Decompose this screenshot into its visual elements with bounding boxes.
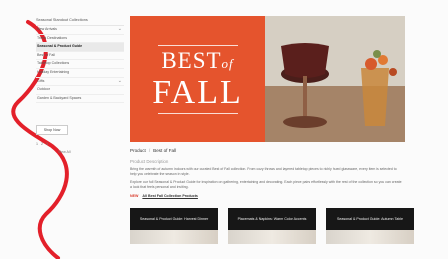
sidebar-item-label: Garden & Backyard Spaces bbox=[37, 95, 82, 100]
hero-title-best: BESTof bbox=[161, 47, 234, 76]
breadcrumb-separator: / bbox=[148, 148, 151, 153]
card-title: Seasonal & Product Guide: Harvest Dinner bbox=[130, 208, 218, 230]
hero-word-fall: FALL bbox=[152, 73, 243, 111]
description-paragraph: Explore our full Seasonal & Product Guid… bbox=[130, 180, 402, 189]
main-content: BESTof FALL Product / Best of Fall Produ… bbox=[130, 16, 418, 198]
chevron-down-icon: ⌄ bbox=[117, 77, 122, 84]
shop-now-button[interactable]: Shop Now bbox=[36, 125, 68, 136]
sidebar-item-label: Best of Fall bbox=[37, 52, 55, 57]
sidebar-item-label: Holiday Entertaining bbox=[37, 69, 70, 74]
sidebar-item-outdoor[interactable]: Outdoor bbox=[36, 86, 124, 95]
card-image bbox=[326, 230, 414, 244]
sidebar-item-label: Trend Destinations bbox=[37, 35, 68, 40]
sidebar-item-garden[interactable]: Garden & Backyard Spaces bbox=[36, 95, 124, 104]
sidebar-item-label: New Arrivals bbox=[37, 27, 57, 31]
sidebar-item-tabletop[interactable]: Tabletop Collections bbox=[36, 60, 124, 69]
collection-link[interactable]: All Best Fall Collection Products bbox=[142, 194, 198, 198]
pager: 1 2 3 bbox=[36, 142, 124, 146]
new-badge: NEW bbox=[130, 194, 139, 198]
sidebar-item-gifts[interactable]: Gifts ⌄ bbox=[36, 78, 124, 87]
divider bbox=[157, 44, 238, 46]
sidebar-item-new-arrivals[interactable]: New Arrivals ⌄ bbox=[36, 26, 124, 35]
page-link[interactable]: 3 bbox=[46, 142, 48, 146]
description-title: Product Description bbox=[130, 159, 169, 164]
product-card[interactable]: Placemats & Napkins: Warm Color Accents bbox=[228, 208, 316, 244]
breadcrumb-item[interactable]: Product bbox=[130, 148, 146, 153]
breadcrumb-item: Best of Fall bbox=[153, 148, 177, 153]
cocktail-photo-illustration bbox=[265, 16, 405, 142]
hero-word-of: of bbox=[221, 55, 234, 71]
view-all-link[interactable]: View All bbox=[58, 150, 124, 154]
collection-link-row: NEW All Best Fall Collection Products bbox=[130, 194, 418, 198]
card-image bbox=[228, 230, 316, 244]
sidebar-heading: Seasonal Standout Collections bbox=[36, 16, 124, 26]
hero-photo bbox=[265, 16, 405, 142]
product-card[interactable]: Seasonal & Product Guide: Autumn Table bbox=[326, 208, 414, 244]
chevron-down-icon: ⌄ bbox=[117, 26, 122, 32]
sidebar-item-label: Seasonal & Product Guide bbox=[37, 44, 83, 49]
page-link[interactable]: 2 bbox=[41, 142, 43, 146]
hero-banner: BESTof FALL bbox=[130, 16, 405, 142]
sidebar-item-best-of-fall[interactable]: Best of Fall bbox=[36, 52, 124, 61]
breadcrumb: Product / Best of Fall bbox=[130, 148, 418, 153]
product-cards: Seasonal & Product Guide: Harvest Dinner… bbox=[130, 208, 414, 244]
description-paragraph: Bring the warmth of autumn indoors with … bbox=[130, 167, 397, 176]
sidebar-item-label: Outdoor bbox=[37, 87, 50, 92]
sidebar-item-trend-destinations[interactable]: Trend Destinations bbox=[36, 35, 124, 44]
sidebar-item-label: Gifts bbox=[37, 78, 45, 83]
card-title: Placemats & Napkins: Warm Color Accents bbox=[228, 208, 316, 230]
hero-title-panel: BESTof FALL bbox=[130, 16, 265, 142]
sidebar-item-holiday[interactable]: Holiday Entertaining bbox=[36, 69, 124, 78]
card-image bbox=[130, 230, 218, 244]
sidebar: Seasonal Standout Collections New Arriva… bbox=[36, 16, 124, 154]
page: Seasonal Standout Collections New Arriva… bbox=[0, 0, 448, 259]
divider bbox=[157, 112, 238, 114]
hero-word-best: BEST bbox=[161, 47, 222, 73]
card-title: Seasonal & Product Guide: Autumn Table bbox=[326, 208, 414, 230]
product-card[interactable]: Seasonal & Product Guide: Harvest Dinner bbox=[130, 208, 218, 244]
sidebar-item-seasonal-guide[interactable]: Seasonal & Product Guide bbox=[36, 43, 124, 52]
page-link[interactable]: 1 bbox=[36, 142, 38, 146]
sidebar-item-label: Tabletop Collections bbox=[37, 61, 70, 66]
